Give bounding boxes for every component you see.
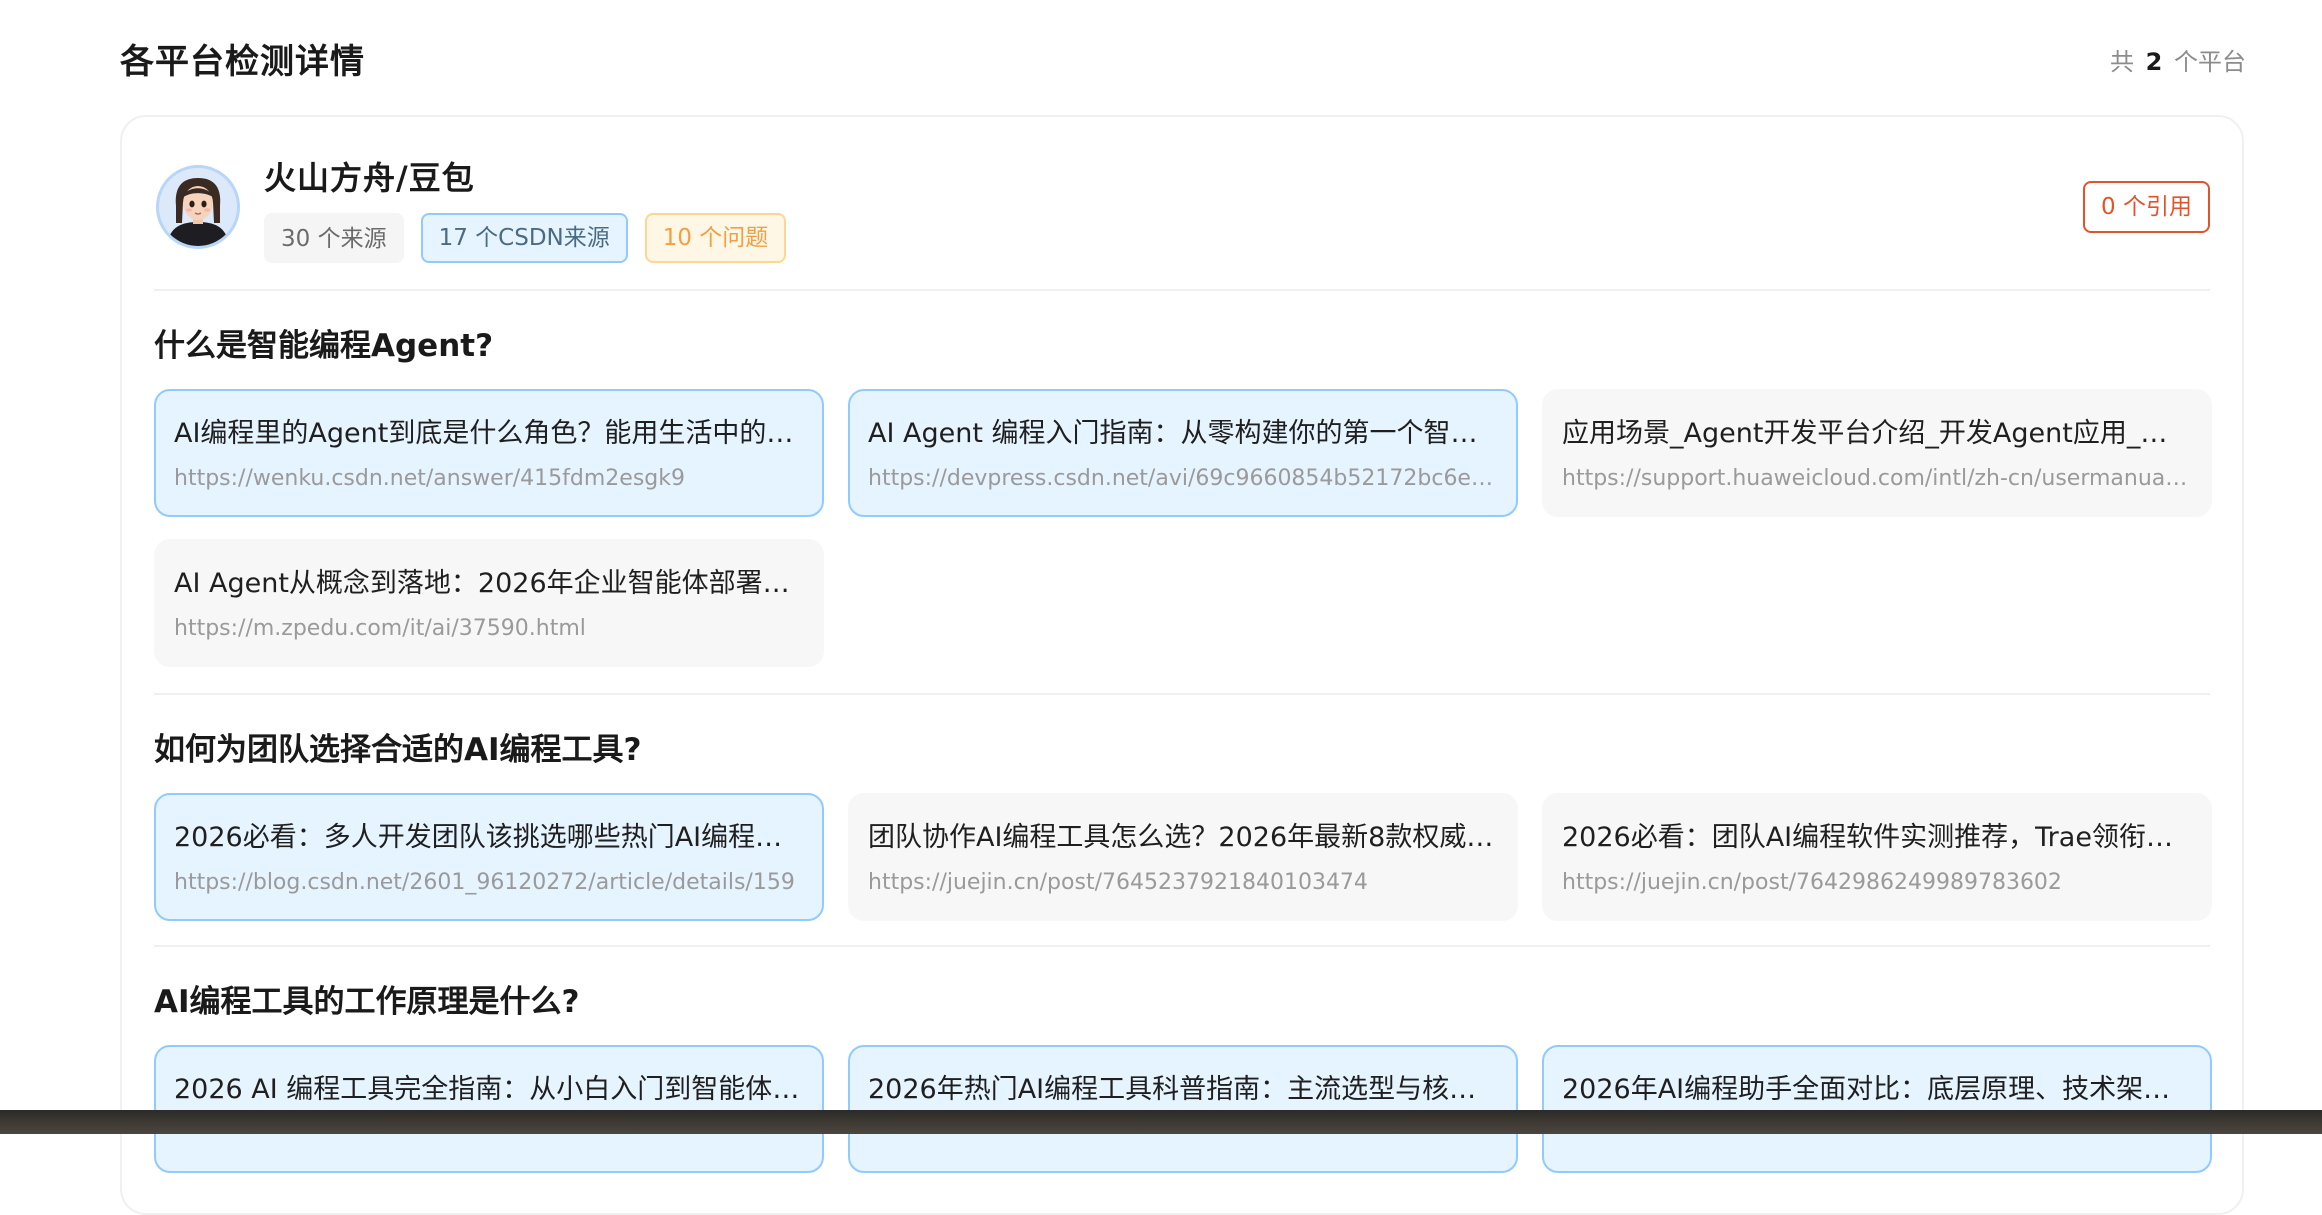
section-header: 各平台检测详情 共 2 个平台 [120, 34, 2246, 84]
source-title: 2026 AI 编程工具完全指南：从小白入门到智能体开发 [174, 1074, 804, 1105]
source-card[interactable]: AI编程里的Agent到底是什么角色？能用生活中的例子解释一下吗 https:/… [154, 389, 824, 517]
csdn-sources-count-tag: 17 个CSDN来源 [420, 213, 628, 263]
source-card[interactable]: 2026 AI 编程工具完全指南：从小白入门到智能体开发 [154, 1045, 824, 1173]
source-url: https://wenku.csdn.net/answer/415fdm2esg… [174, 466, 686, 491]
question-title: 什么是智能编程Agent? [154, 328, 494, 364]
source-url: https://devpress.csdn.net/avi/69c9660854… [868, 466, 1498, 491]
source-url: https://blog.csdn.net/2601_96120272/arti… [174, 870, 795, 895]
source-card[interactable]: 2026必看：多人开发团队该挑选哪些热门AI编程工具 https://blog.… [154, 793, 824, 921]
source-card[interactable]: AI Agent 编程入门指南：从零构建你的第一个智能体 https://dev… [848, 389, 1518, 517]
source-card[interactable]: 应用场景_Agent开发平台介绍_开发Agent应用_华为云 https://s… [1542, 389, 2212, 517]
question-title: 如何为团队选择合适的AI编程工具? [154, 732, 642, 768]
source-title: 团队协作AI编程工具怎么选？2026年最新8款权威测评 [868, 822, 1498, 853]
source-title: AI编程里的Agent到底是什么角色？能用生活中的例子解释一下吗 [174, 418, 804, 449]
source-card[interactable]: 2026年热门AI编程工具科普指南：主流选型与核心原理 [848, 1045, 1518, 1173]
avatar [156, 165, 240, 249]
source-title: 2026必看：团队AI编程软件实测推荐，Trae领衔多款工具 [1562, 822, 2192, 853]
divider [154, 945, 2210, 947]
source-url: https://juejin.cn/post/76452379218401034… [868, 870, 1368, 895]
source-title: 应用场景_Agent开发平台介绍_开发Agent应用_华为云 [1562, 418, 2192, 449]
platform-count-value: 2 [2145, 48, 2163, 76]
source-card[interactable]: AI Agent从概念到落地：2026年企业智能体部署指南 https://m.… [154, 539, 824, 667]
question-title: AI编程工具的工作原理是什么? [154, 984, 580, 1020]
platform-count-prefix: 共 [2110, 48, 2135, 76]
section-title: 各平台检测详情 [120, 42, 365, 82]
source-title: 2026年AI编程助手全面对比：底层原理、技术架构解析 [1562, 1074, 2192, 1105]
platform-tags: 30 个来源 17 个CSDN来源 10 个问题 [264, 213, 787, 263]
questions-count-tag: 10 个问题 [644, 213, 787, 263]
source-grid: 2026 AI 编程工具完全指南：从小白入门到智能体开发 2026年热门AI编程… [154, 1045, 2212, 1173]
platform-count-suffix: 个平台 [2174, 48, 2246, 76]
source-url: https://juejin.cn/post/76429862499897836… [1562, 870, 2062, 895]
source-grid: 2026必看：多人开发团队该挑选哪些热门AI编程工具 https://blog.… [154, 793, 2212, 921]
source-title: AI Agent从概念到落地：2026年企业智能体部署指南 [174, 568, 804, 599]
platform-name: 火山方舟/豆包 [264, 159, 475, 197]
source-card[interactable]: 团队协作AI编程工具怎么选？2026年最新8款权威测评 https://juej… [848, 793, 1518, 921]
platform-count: 共 2 个平台 [2110, 42, 2246, 77]
source-grid: AI编程里的Agent到底是什么角色？能用生活中的例子解释一下吗 https:/… [154, 389, 2212, 667]
source-card[interactable]: 2026必看：团队AI编程软件实测推荐，Trae领衔多款工具 https://j… [1542, 793, 2212, 921]
platform-card: 火山方舟/豆包 30 个来源 17 个CSDN来源 10 个问题 0 个引用 什… [120, 115, 2244, 1215]
citations-count-button[interactable]: 0 个引用 [2083, 181, 2210, 233]
window-bottom-edge [0, 1110, 2322, 1134]
divider [154, 693, 2210, 695]
cartoon-girl-avatar-icon [159, 168, 237, 246]
source-card[interactable]: 2026年AI编程助手全面对比：底层原理、技术架构解析 [1542, 1045, 2212, 1173]
source-url: https://m.zpedu.com/it/ai/37590.html [174, 616, 586, 641]
sources-count-tag: 30 个来源 [264, 213, 404, 263]
source-title: AI Agent 编程入门指南：从零构建你的第一个智能体 [868, 418, 1498, 449]
source-title: 2026年热门AI编程工具科普指南：主流选型与核心原理 [868, 1074, 1498, 1105]
divider [154, 289, 2210, 291]
source-url: https://support.huaweicloud.com/intl/zh-… [1562, 466, 2192, 491]
source-title: 2026必看：多人开发团队该挑选哪些热门AI编程工具 [174, 822, 804, 853]
